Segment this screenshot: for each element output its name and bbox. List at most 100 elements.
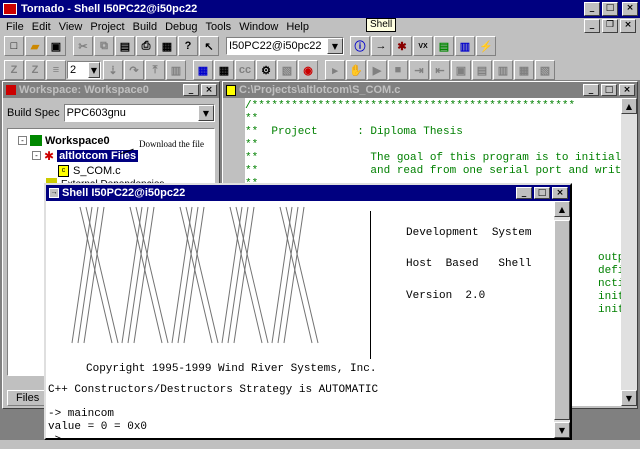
app-titlebar: Tornado - Shell I50PC22@i50pc22 _ □ × [0,0,640,18]
chevron-down-icon[interactable]: ▼ [88,62,100,78]
menu-debug[interactable]: Debug [161,21,201,33]
maximize-button[interactable]: □ [602,2,618,16]
continue-icon[interactable]: ▥ [166,60,186,80]
code-fragment: initi [598,304,621,316]
workspace-minimize-button[interactable]: _ [183,84,199,96]
help-icon[interactable]: ? [178,36,198,56]
stop-icon[interactable]: ◉ [298,60,318,80]
collapse-icon[interactable]: - [18,136,27,145]
build-icon[interactable]: ▦ [193,60,213,80]
shell-scrollbar[interactable]: ▲ ▼ [554,201,570,438]
new-file-icon[interactable]: □ [4,36,24,56]
scroll-down-icon[interactable]: ▼ [554,422,570,438]
comment-icon[interactable]: Z [4,60,24,80]
target-select[interactable]: I50PC22@i50pc22 ▼ [226,37,344,55]
shell-close-button[interactable]: × [552,187,568,199]
shell-minimize-button[interactable]: _ [516,187,532,199]
workspace-title: Workspace: Workspace0 [19,84,149,96]
debug-var-icon[interactable]: ▧ [535,60,555,80]
print-icon[interactable]: ⎙ [136,36,156,56]
editor-titlebar: C:\Projects\altlotcom\S_COM.c _ □ × [223,82,637,98]
cut-icon[interactable]: ✂ [73,36,93,56]
scroll-up-icon[interactable]: ▲ [554,201,570,217]
menu-help[interactable]: Help [282,21,313,33]
debug-mem-icon[interactable]: ▤ [472,60,492,80]
editor-maximize-button[interactable]: □ [601,84,617,96]
vxworks-icon[interactable]: VX [413,36,433,56]
shell-output[interactable]: Development System Host Based Shell Vers… [46,201,554,438]
mdi-close-button[interactable]: × [620,19,638,33]
menu-edit[interactable]: Edit [28,21,55,33]
editor-scrollbar[interactable]: ▲ ▼ [621,98,637,406]
tooltip: Shell [366,18,397,32]
banner-line: Host Based Shell [406,258,532,270]
debug-go-icon[interactable]: ▸ [325,60,345,80]
tree-item-project[interactable]: - ✱ altlotcom Files [18,148,214,163]
chevron-down-icon[interactable]: ▼ [198,105,214,121]
collapse-icon[interactable]: - [32,151,41,160]
build-spec-label: Build Spec [7,107,60,119]
mdi-minimize-button[interactable]: _ [584,19,602,33]
open-folder-icon[interactable]: ▰ [25,36,45,56]
banner-line: Development System [406,227,532,239]
paste-icon[interactable]: ▤ [115,36,135,56]
menu-file[interactable]: File [2,21,28,33]
menu-tools[interactable]: Tools [202,21,236,33]
zoom-select[interactable]: 2 ▼ [67,61,101,79]
scroll-up-icon[interactable]: ▲ [621,98,637,114]
editor-minimize-button[interactable]: _ [583,84,599,96]
debug-run-icon[interactable]: ▶ [367,60,387,80]
indent-icon[interactable]: ≡ [46,60,66,80]
step-out-icon[interactable]: ⤒ [145,60,165,80]
debug-watch-icon[interactable]: ▣ [451,60,471,80]
debug-step-icon[interactable]: ⇥ [409,60,429,80]
shell-maximize-button[interactable]: □ [534,187,550,199]
minimize-button[interactable]: _ [584,2,600,16]
wind-river-logo [52,203,352,353]
shell-icon[interactable]: ✱ [392,36,412,56]
scroll-down-icon[interactable]: ▼ [621,390,637,406]
download-icon[interactable]: → [371,36,391,56]
context-help-icon[interactable]: ↖ [199,36,219,56]
debug-stop-icon[interactable]: ■ [388,60,408,80]
banner-line: Version 2.0 [406,290,486,302]
find-icon[interactable]: ▦ [157,36,177,56]
debugger-icon[interactable]: ▥ [455,36,475,56]
clean-icon[interactable]: ▧ [277,60,297,80]
step-icon[interactable]: ⇣ [103,60,123,80]
code-line: ** [245,113,259,125]
debug-reg-icon[interactable]: ▥ [493,60,513,80]
rebuild-icon[interactable]: ▦ [214,60,234,80]
code-line: ** and read from one serial port and wri… [245,165,621,177]
file-icon [226,84,236,96]
browser-icon[interactable]: ▤ [434,36,454,56]
uncomment-icon[interactable]: Z [25,60,45,80]
menu-project[interactable]: Project [86,21,128,33]
workspace-close-button[interactable]: × [201,84,217,96]
debug-break-icon[interactable]: ✋ [346,60,366,80]
editor-close-button[interactable]: × [619,84,635,96]
shell-line: C++ Constructors/Destructors Strategy is… [48,384,379,396]
shell-prompt[interactable]: -> [48,434,378,438]
menu-build[interactable]: Build [129,21,161,33]
copy-icon[interactable]: ⧉ [94,36,114,56]
info-icon[interactable]: ⓘ [350,36,370,56]
dependencies-icon[interactable]: ⚙ [256,60,276,80]
save-icon[interactable]: ▣ [46,36,66,56]
debug-stack-icon[interactable]: ▦ [514,60,534,80]
compile-icon[interactable]: cc [235,60,255,80]
tree-item-file[interactable]: c S_COM.c [18,163,214,178]
standard-toolbar: □ ▰ ▣ ✂ ⧉ ▤ ⎙ ▦ ? ↖ I50PC22@i50pc22 ▼ ⓘ … [0,33,640,59]
chevron-down-icon[interactable]: ▼ [327,38,343,54]
debug-into-icon[interactable]: ⇤ [430,60,450,80]
menu-window[interactable]: Window [235,21,282,33]
mdi-restore-button[interactable]: ❐ [602,19,620,33]
scroll-thumb[interactable] [554,219,570,420]
build-spec-select[interactable]: PPC603gnu ▼ [63,104,215,122]
tab-files[interactable]: Files [7,390,49,406]
step-over-icon[interactable]: ↷ [124,60,144,80]
menu-view[interactable]: View [55,21,87,33]
launch-icon[interactable]: ⚡ [476,36,496,56]
close-button[interactable]: × [622,2,638,16]
